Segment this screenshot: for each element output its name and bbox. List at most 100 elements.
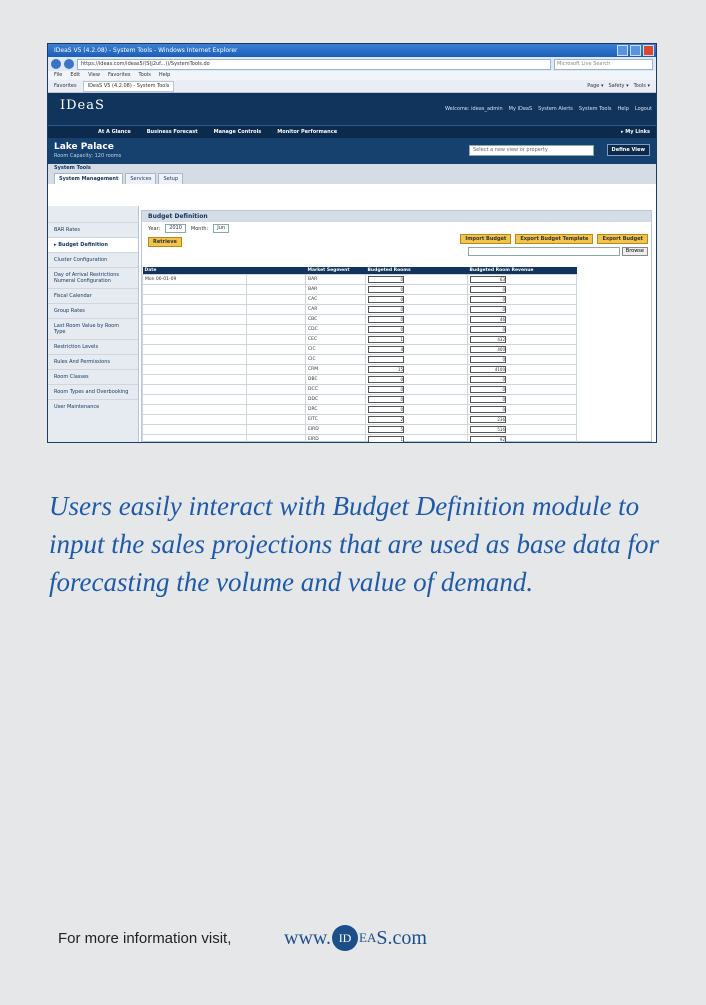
nav-monitor-performance[interactable]: Monitor Performance — [277, 126, 337, 138]
table-row: CEC 1 432 — [142, 334, 577, 345]
sidebar-item-budget-definition[interactable]: ▸ Budget Definition — [48, 237, 138, 252]
window-title-bar: IDeaS V5 (4.2.08) - System Tools - Windo… — [48, 44, 656, 57]
budgeted-rooms-input[interactable]: 0 — [368, 376, 404, 383]
menu-view[interactable]: View — [88, 71, 100, 80]
menu-help[interactable]: Help — [159, 71, 170, 80]
export-budget-button[interactable]: Export Budget — [597, 234, 648, 244]
property-select[interactable]: Select a new view or property — [469, 145, 594, 156]
budgeted-rooms-input[interactable]: 15 — [368, 366, 404, 373]
minimize-button[interactable] — [617, 45, 628, 56]
budgeted-revenue-input[interactable]: 0 — [470, 406, 506, 413]
maximize-button[interactable] — [630, 45, 641, 56]
link-logout[interactable]: Logout — [635, 106, 652, 112]
import-budget-button[interactable]: Import Budget — [460, 234, 512, 244]
blank-cell — [246, 364, 306, 375]
budgeted-revenue-input[interactable]: 0 — [470, 326, 506, 333]
link-my-ideas[interactable]: My IDeaS — [509, 106, 533, 112]
link-system-alerts[interactable]: System Alerts — [538, 106, 573, 112]
sidebar-item-room-types[interactable]: Room Types and Overbooking — [48, 384, 138, 399]
budgeted-revenue-input[interactable]: 63 — [470, 276, 506, 283]
sidebar-item-fiscal-calendar[interactable]: Fiscal Calendar — [48, 288, 138, 303]
forward-icon[interactable] — [64, 59, 74, 69]
link-help[interactable]: Help — [617, 106, 628, 112]
favorites-button[interactable]: Favorites — [54, 83, 77, 89]
budgeted-rooms-input[interactable]: 1 — [368, 436, 404, 442]
budgeted-rooms-input[interactable] — [368, 356, 404, 363]
revenue-cell: 0 — [467, 374, 577, 385]
budgeted-rooms-input[interactable]: 0 — [368, 386, 404, 393]
tab-services[interactable]: Services — [125, 173, 157, 184]
budgeted-revenue-input[interactable]: 46 — [470, 316, 506, 323]
menu-tools[interactable]: Tools — [139, 71, 151, 80]
nav-manage-controls[interactable]: Manage Controls — [214, 126, 262, 138]
sidebar-item-day-of-arrival[interactable]: Day of Arrival Restrictions Numeral Conf… — [48, 267, 138, 288]
menu-file[interactable]: File — [54, 71, 62, 80]
budgeted-revenue-input[interactable]: 432 — [470, 336, 506, 343]
budgeted-revenue-input[interactable]: 0 — [470, 386, 506, 393]
nav-business-forecast[interactable]: Business Forecast — [147, 126, 198, 138]
sidebar-item-room-classes[interactable]: Room Classes — [48, 369, 138, 384]
website-link[interactable]: www. ID EA S.com — [284, 925, 427, 951]
browse-button[interactable]: Browse — [621, 247, 648, 256]
budgeted-revenue-input[interactable]: 0 — [470, 286, 506, 293]
budgeted-rooms-input[interactable]: 0 — [368, 406, 404, 413]
budgeted-rooms-input[interactable]: 0 — [368, 286, 404, 293]
close-button[interactable] — [643, 45, 654, 56]
budgeted-revenue-input[interactable]: 0 — [470, 296, 506, 303]
browser-tab[interactable]: IDeaS V5 (4.2.08) - System Tools — [82, 80, 175, 92]
sidebar-item-restriction-levels[interactable]: Restriction Levels — [48, 339, 138, 354]
sidebar-item-bar-rates[interactable]: BAR Rates — [48, 222, 138, 237]
budgeted-rooms-input[interactable]: 4 — [368, 346, 404, 353]
budgeted-revenue-input[interactable]: 4100 — [470, 366, 506, 373]
sidebar-item-last-room-value[interactable]: Last Room Value by Room Type — [48, 318, 138, 339]
budgeted-revenue-input[interactable]: 516 — [470, 426, 506, 433]
budgeted-rooms-input[interactable]: 0 — [368, 326, 404, 333]
budgeted-revenue-input[interactable]: 236 — [470, 416, 506, 423]
link-system-tools[interactable]: System Tools — [579, 106, 612, 112]
budgeted-revenue-input[interactable]: 0 — [470, 396, 506, 403]
sidebar-item-user-maintenance[interactable]: User Maintenance — [48, 399, 138, 414]
blank-cell — [246, 354, 306, 365]
budgeted-rooms-input[interactable]: 0 — [368, 396, 404, 403]
url-field[interactable]: https://ideas.com/ideas5/(S(j2uf...))/Sy… — [77, 58, 551, 70]
budgeted-revenue-input[interactable]: 0 — [470, 306, 506, 313]
budgeted-rooms-input[interactable]: 0 — [368, 276, 404, 283]
segment-cell: CIC — [305, 354, 366, 365]
budgeted-revenue-input[interactable]: 0 — [470, 376, 506, 383]
browser-search-input[interactable]: Microsoft Live Search — [554, 58, 653, 70]
define-view-button[interactable]: Define View — [606, 144, 650, 156]
page-menu[interactable]: Page ▾ — [587, 83, 603, 89]
sidebar-item-group-rates[interactable]: Group Rates — [48, 303, 138, 318]
budgeted-rooms-input[interactable]: 5 — [368, 426, 404, 433]
blank-cell — [246, 274, 306, 285]
safety-menu[interactable]: Safety ▾ — [608, 83, 628, 89]
budgeted-rooms-input[interactable]: 0 — [368, 306, 404, 313]
budgeted-rooms-input[interactable]: 0 — [368, 296, 404, 303]
budgeted-revenue-input[interactable]: 92 — [470, 436, 506, 442]
sidebar-item-rules-permissions[interactable]: Rules And Permissions — [48, 354, 138, 369]
tab-setup[interactable]: Setup — [158, 173, 184, 184]
nav-my-links[interactable]: ▸ My Links — [621, 126, 656, 138]
budgeted-rooms-input[interactable]: 2 — [368, 416, 404, 423]
revenue-cell: 92 — [467, 434, 577, 442]
budgeted-rooms-input[interactable]: 0 — [368, 316, 404, 323]
budgeted-revenue-input[interactable]: 400 — [470, 346, 506, 353]
month-select[interactable]: Jun — [213, 224, 230, 233]
nav-at-a-glance[interactable]: At A Glance — [98, 126, 131, 138]
year-select[interactable]: 2010 — [165, 224, 186, 233]
tab-system-management[interactable]: System Management — [54, 173, 124, 184]
menu-edit[interactable]: Edit — [70, 71, 80, 80]
budgeted-revenue-input[interactable]: 0 — [470, 356, 506, 363]
tools-menu[interactable]: Tools ▾ — [634, 83, 650, 89]
menu-favorites[interactable]: Favorites — [108, 71, 131, 80]
application-screenshot: IDeaS V5 (4.2.08) - System Tools - Windo… — [47, 43, 657, 443]
sidebar-item-cluster-configuration[interactable]: Cluster Configuration — [48, 252, 138, 267]
web-suffix: S.com — [376, 926, 427, 949]
revenue-cell: 0 — [467, 354, 577, 365]
back-icon[interactable] — [51, 59, 61, 69]
retrieve-button[interactable]: Retrieve — [148, 237, 182, 247]
export-template-button[interactable]: Export Budget Template — [515, 234, 594, 244]
file-input[interactable] — [467, 247, 620, 256]
ideas-logo[interactable]: IDeaS — [60, 98, 105, 113]
budgeted-rooms-input[interactable]: 1 — [368, 336, 404, 343]
